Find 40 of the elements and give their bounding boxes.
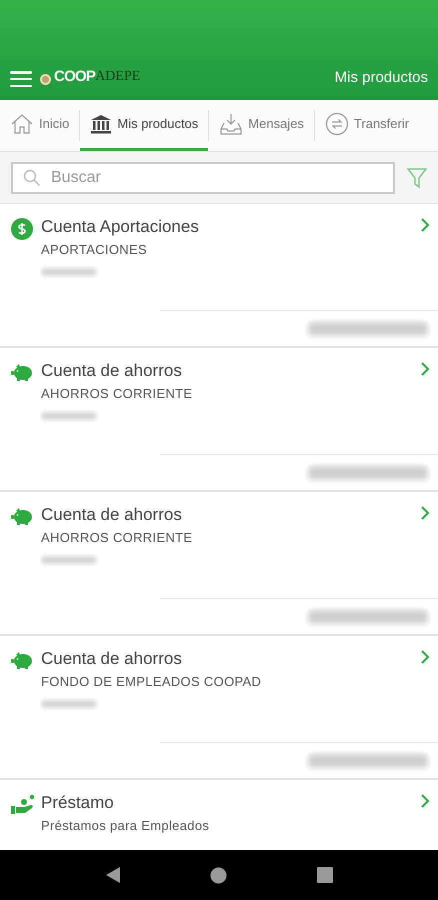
blurred-account-number <box>41 556 97 564</box>
product-card[interactable]: Cuenta de ahorros FONDO DE EMPLEADOS COOPAD <box>0 636 438 780</box>
back-icon[interactable] <box>104 866 121 884</box>
menu-icon[interactable] <box>10 71 32 87</box>
blurred-account-number <box>41 268 97 276</box>
page-title: Mis productos <box>334 68 428 88</box>
product-title: Cuenta Aportaciones <box>41 217 200 237</box>
bank-icon <box>90 114 112 134</box>
inbox-icon <box>219 113 244 135</box>
chevron-icon <box>420 361 430 377</box>
product-subtitle: FONDO DE EMPLEADOS COOPAD <box>41 673 262 691</box>
chevron-icon <box>420 217 430 233</box>
nav-tab[interactable]: Inicio <box>0 100 80 151</box>
product-subtitle: APORTACIONES <box>41 241 148 259</box>
chevron-icon <box>420 793 430 809</box>
logo-seal-icon <box>40 74 51 85</box>
product-title: Cuenta de ahorros <box>41 505 183 525</box>
product-card[interactable]: Cuenta Aportaciones APORTACIONES <box>0 204 438 348</box>
product-title: Cuenta de ahorros <box>41 649 183 669</box>
logo-text: COOP <box>54 66 96 86</box>
nav-tab[interactable]: Mensajes <box>209 100 314 151</box>
product-subtitle: Préstamos para Empleados <box>41 817 210 835</box>
home-icon[interactable] <box>210 866 228 884</box>
blurred-account-number <box>41 700 97 708</box>
product-card[interactable]: Cuenta de ahorros AHORROS CORRIENTE <box>0 348 438 492</box>
product-subtitle: AHORROS CORRIENTE <box>41 385 194 403</box>
product-title: Cuenta de ahorros <box>41 361 183 381</box>
exchange-icon <box>324 112 349 136</box>
product-subtitle: AHORROS CORRIENTE <box>41 529 194 547</box>
search-field[interactable]: Buscar <box>11 162 395 194</box>
blurred-account-number <box>41 412 97 420</box>
product-card[interactable]: Cuenta de ahorros AHORROS CORRIENTE <box>0 492 438 636</box>
product-title: Préstamo <box>41 793 115 813</box>
logo-text: ADEPE <box>95 68 140 86</box>
recents-icon[interactable] <box>317 867 334 883</box>
chevron-icon <box>420 505 430 521</box>
hand-coin-icon <box>11 794 37 816</box>
nav-tab[interactable]: Transferir <box>314 100 420 151</box>
chevron-icon <box>420 649 430 665</box>
house-icon <box>10 112 34 136</box>
